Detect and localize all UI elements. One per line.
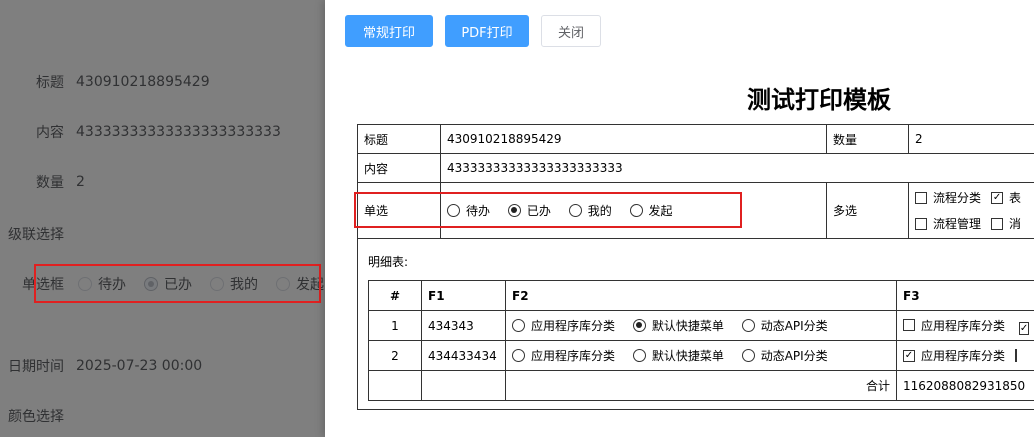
radio-icon xyxy=(512,318,525,332)
f2-option: 应用程序库分类 xyxy=(512,347,615,364)
checkbox-checked-icon: ✓ xyxy=(903,349,915,362)
cell-content-label: 内容 xyxy=(357,153,441,183)
table-row: 内容 43333333333333333333333 xyxy=(357,153,1034,183)
print-main-table: 标题 430910218895429 数量 2 内容 4333333333333… xyxy=(357,124,1034,410)
highlight-box xyxy=(354,192,742,228)
table-row: 标题 430910218895429 数量 2 xyxy=(357,124,1034,154)
row-f1: 434433434 xyxy=(421,340,506,371)
radio-icon xyxy=(512,348,525,362)
row-number: 1 xyxy=(368,310,422,341)
checkbox-checked-icon: ✓ xyxy=(991,191,1004,204)
cell-multi-label: 多选 xyxy=(826,182,909,239)
close-button[interactable]: 关闭 xyxy=(541,15,601,47)
cell-quantity-label: 数量 xyxy=(826,124,909,154)
checkbox-icon xyxy=(1015,348,1018,362)
total-value: 1162088082931850 xyxy=(896,370,1034,401)
multi-option: ✓ 表 xyxy=(991,191,1022,205)
print-title: 测试打印模板 xyxy=(747,86,891,114)
radio-icon xyxy=(632,348,646,362)
table-header-row: # F1 F2 F3 xyxy=(368,280,1034,311)
row-f1: 434343 xyxy=(421,310,506,341)
f2-option: 动态API分类 xyxy=(741,347,828,364)
pdf-print-button[interactable]: PDF打印 xyxy=(445,15,529,47)
column-header: F1 xyxy=(421,280,506,311)
row-f2: 应用程序库分类 默认快捷菜单 动态API分类 xyxy=(505,310,897,341)
table-row: 1 434343 应用程序库分类 默认快捷菜单 动态API分类 应用程序库分类 … xyxy=(368,310,1034,341)
multi-option: 流程分类 xyxy=(915,189,981,206)
table-row: 2 434433434 应用程序库分类 默认快捷菜单 动态API分类 ✓ 应用程序… xyxy=(368,340,1034,371)
f2-option: 默认快捷菜单 xyxy=(632,317,724,334)
table-row: 明细表: # F1 F2 F3 1 434343 应用程序库分类 默认快捷菜单 … xyxy=(357,238,1034,410)
empty-cell xyxy=(421,370,506,401)
normal-print-button[interactable]: 常规打印 xyxy=(345,15,433,47)
multi-option: 流程管理 xyxy=(915,215,981,232)
f2-option: 默认快捷菜单 xyxy=(632,347,724,364)
cell-detail: 明细表: # F1 F2 F3 1 434343 应用程序库分类 默认快捷菜单 … xyxy=(357,238,1034,410)
f3-option: ✓ 应用程序库分类 xyxy=(903,349,1006,364)
column-header: F3 xyxy=(896,280,1034,311)
cell-quantity-value: 2 xyxy=(908,124,1034,154)
f2-option: 应用程序库分类 xyxy=(512,317,615,334)
radio-icon xyxy=(741,348,755,362)
row-number: 2 xyxy=(368,340,422,371)
cell-title-label: 标题 xyxy=(357,124,441,154)
row-f2: 应用程序库分类 默认快捷菜单 动态API分类 xyxy=(505,340,897,371)
print-toolbar: 常规打印 PDF打印 关闭 xyxy=(345,15,613,47)
table-total-row: 合计 1162088082931850 xyxy=(368,370,1034,401)
f3-option: 应用程序库分类 xyxy=(903,317,1005,334)
checkbox-checked-icon: ✓ xyxy=(1018,322,1030,336)
empty-cell xyxy=(368,370,422,401)
checkbox-icon xyxy=(991,217,1004,230)
detail-caption: 明细表: xyxy=(368,255,409,269)
row-f3: ✓ 应用程序库分类 xyxy=(896,340,1034,371)
row-f3: 应用程序库分类 ✓ xyxy=(896,310,1034,341)
checkbox-icon xyxy=(915,217,927,230)
column-header: F2 xyxy=(505,280,897,311)
cell-content-value: 43333333333333333333333 xyxy=(440,153,1034,183)
checkbox-icon xyxy=(903,319,915,332)
highlight-box xyxy=(34,264,321,303)
f2-option: 动态API分类 xyxy=(741,317,828,334)
cell-multi-options: 流程分类 ✓ 表 流程管理 消 xyxy=(908,182,1034,239)
radio-icon xyxy=(741,318,755,332)
multi-option: 消 xyxy=(991,215,1021,232)
total-label: 合计 xyxy=(505,370,897,401)
print-dialog: 常规打印 PDF打印 关闭 测试打印模板 标题 430910218895429 … xyxy=(325,0,1034,437)
detail-table: # F1 F2 F3 1 434343 应用程序库分类 默认快捷菜单 动态API… xyxy=(368,280,1034,401)
cell-title-value: 430910218895429 xyxy=(440,124,827,154)
checkbox-icon xyxy=(915,191,927,204)
column-header: # xyxy=(368,280,422,311)
radio-checked-icon xyxy=(632,318,646,332)
